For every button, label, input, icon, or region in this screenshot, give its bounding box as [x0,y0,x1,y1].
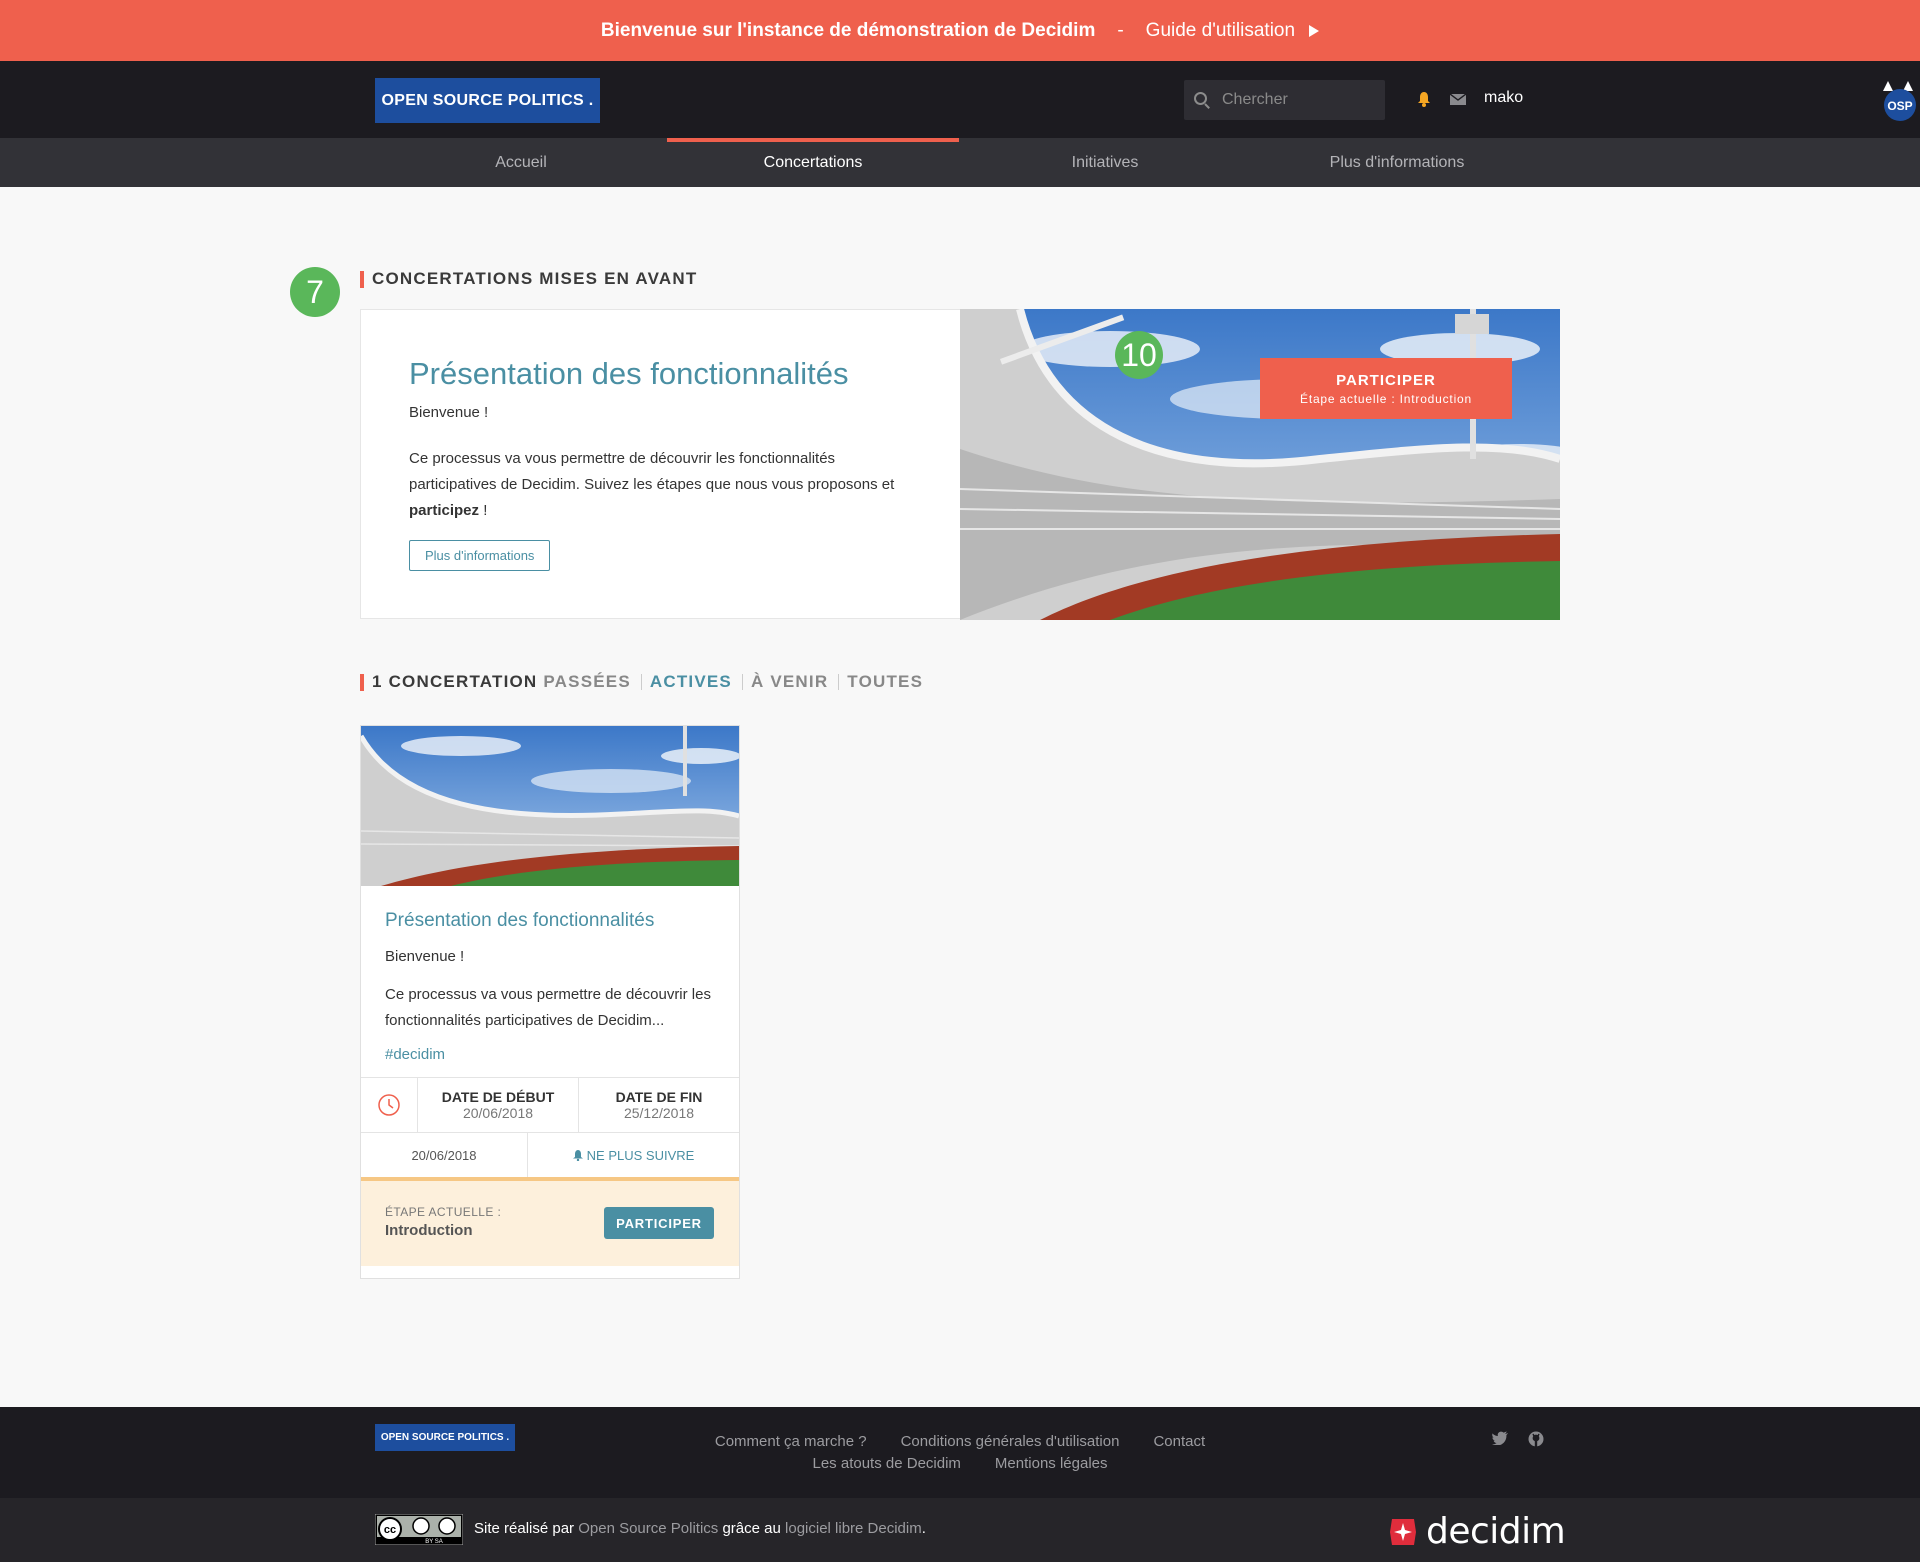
demo-banner: Bienvenue sur l'instance de démonstratio… [0,0,1920,61]
banner-separator: - [1117,19,1124,41]
messages-mail-icon[interactable] [1450,94,1466,105]
search-box[interactable] [1184,80,1385,120]
footer-link-comment-ca-marche[interactable]: Comment ça marche ? [715,1433,867,1450]
filter-passees[interactable]: PASSÉES [543,672,630,692]
process-card: Présentation des fonctionnalités Bienven… [360,725,740,1279]
footer-link-contact[interactable]: Contact [1153,1433,1205,1450]
play-icon [1309,24,1320,37]
decidim-logo[interactable]: decidim [1388,1511,1566,1552]
decidim-mark-icon [1390,1518,1416,1545]
credit-link-osp[interactable]: Open Source Politics [578,1520,718,1537]
card-participate-button[interactable]: PARTICIPER [604,1207,714,1239]
featured-text: Présentation des fonctionnalités Bienven… [409,356,909,571]
footer-link-atouts[interactable]: Les atouts de Decidim [813,1455,961,1472]
start-date-value: 20/06/2018 [462,1105,534,1121]
featured-description: Ce processus va vous permettre de découv… [409,450,895,519]
filter-divider [741,674,743,690]
title-accent-bar [360,270,364,288]
site-footer: OPEN SOURCE POLITICS . Comment ça marche… [0,1407,1920,1562]
search-input[interactable] [1220,90,1384,110]
featured-process: Présentation des fonctionnalités Bienven… [360,309,1560,620]
social-links [1492,1431,1544,1447]
site-logo[interactable]: OPEN SOURCE POLITICS . [375,78,600,123]
card-current-step: ÉTAPE ACTUELLE : Introduction PARTICIPER [361,1181,739,1266]
guide-link[interactable]: Guide d'utilisation [1145,19,1320,42]
filter-divider [838,674,840,690]
current-step-label: Étape actuelle : Introduction [1300,391,1472,406]
nav-initiatives[interactable]: Initiatives [959,138,1251,187]
step-value: Introduction [385,1222,473,1239]
card-image[interactable] [361,726,739,886]
card-dates: DATE DE DÉBUT 20/06/2018 DATE DE FIN 25/… [361,1077,739,1133]
filter-divider [640,674,642,690]
nav-concertations[interactable]: Concertations [667,138,959,187]
card-meta: 20/06/2018 NE PLUS SUIVRE [361,1133,739,1181]
filter-actives[interactable]: ACTIVES [650,672,732,692]
banner-welcome: Bienvenue sur l'instance de démonstratio… [600,19,1096,41]
more-info-button[interactable]: Plus d'informations [409,540,551,571]
featured-section-title: CONCERTATIONS MISES EN AVANT [360,269,697,289]
title-accent-bar [360,673,364,691]
unfollow-button[interactable]: NE PLUS SUIVRE [528,1133,739,1177]
card-body: Présentation des fonctionnalités Bienven… [361,910,739,1063]
guide-label: Guide d'utilisation [1145,19,1296,41]
footer-credit: Site réalisé par Open Source Politics gr… [474,1520,926,1537]
search-icon [1194,92,1210,108]
cc-text: BY SA [425,1539,443,1545]
clock-icon [361,1078,418,1132]
creative-commons-icon[interactable]: cc BY SA [375,1514,463,1545]
card-hashtag[interactable]: #decidim [385,1046,715,1063]
featured-title-text: CONCERTATIONS MISES EN AVANT [372,269,698,288]
main-nav: Accueil Concertations Initiatives Plus d… [0,138,1920,187]
footer-bottom [0,1498,1920,1562]
stadium-photo [960,309,1560,620]
process-filters: 1 CONCERTATION PASSÉES ACTIVES À VENIR T… [360,672,923,692]
card-title[interactable]: Présentation des fonctionnalités [385,910,715,932]
decidim-wordmark: decidim [1426,1511,1566,1552]
featured-process-title[interactable]: Présentation des fonctionnalités [409,356,909,392]
end-date: DATE DE FIN 25/12/2018 [578,1078,739,1132]
end-date-label: DATE DE FIN [615,1089,703,1105]
stadium-image [960,309,1560,620]
card-meta-date: 20/06/2018 [361,1133,528,1177]
osp-badge-text: OSP [1887,99,1912,113]
process-count: 1 CONCERTATION [372,672,538,691]
featured-participate-button[interactable]: PARTICIPER Étape actuelle : Introduction [1260,358,1512,419]
filter-toutes[interactable]: TOUTES [847,672,923,692]
start-date: DATE DE DÉBUT 20/06/2018 [418,1078,578,1132]
main-header: OPEN SOURCE POLITICS . mako OSP [0,61,1920,138]
count-badge: 7 [290,267,340,317]
main-content: 7 CONCERTATIONS MISES EN AVANT Présentat… [0,187,1920,1407]
bell-icon [572,1149,583,1161]
notifications-bell-icon[interactable] [1417,91,1431,107]
osp-badge-icon[interactable]: OSP [1880,79,1920,121]
card-intro: Bienvenue ! [385,948,465,965]
svg-text:cc: cc [384,1524,396,1536]
github-icon[interactable] [1528,1431,1544,1447]
footer-link-cgu[interactable]: Conditions générales d'utilisation [901,1433,1120,1450]
filter-a-venir[interactable]: À VENIR [751,672,828,692]
step-label: ÉTAPE ACTUELLE : [385,1205,502,1219]
footer-link-mentions-legales[interactable]: Mentions légales [995,1455,1108,1472]
unfollow-label: NE PLUS SUIVRE [586,1147,695,1163]
participate-label: PARTICIPER [1336,371,1436,389]
image-count-badge: 10 [1115,331,1163,379]
featured-intro: Bienvenue ! [409,404,489,421]
card-excerpt: Ce processus va vous permettre de découv… [385,986,711,1029]
footer-links: Comment ça marche ? Conditions générales… [0,1433,1920,1472]
twitter-icon[interactable] [1492,1431,1508,1445]
user-menu[interactable]: mako [1484,89,1523,107]
nav-accueil[interactable]: Accueil [375,138,667,187]
start-date-label: DATE DE DÉBUT [441,1089,555,1105]
card-stadium-photo [361,726,739,886]
credit-link-decidim[interactable]: logiciel libre Decidim [785,1520,922,1537]
end-date-value: 25/12/2018 [623,1105,695,1121]
nav-plus-informations[interactable]: Plus d'informations [1251,138,1543,187]
